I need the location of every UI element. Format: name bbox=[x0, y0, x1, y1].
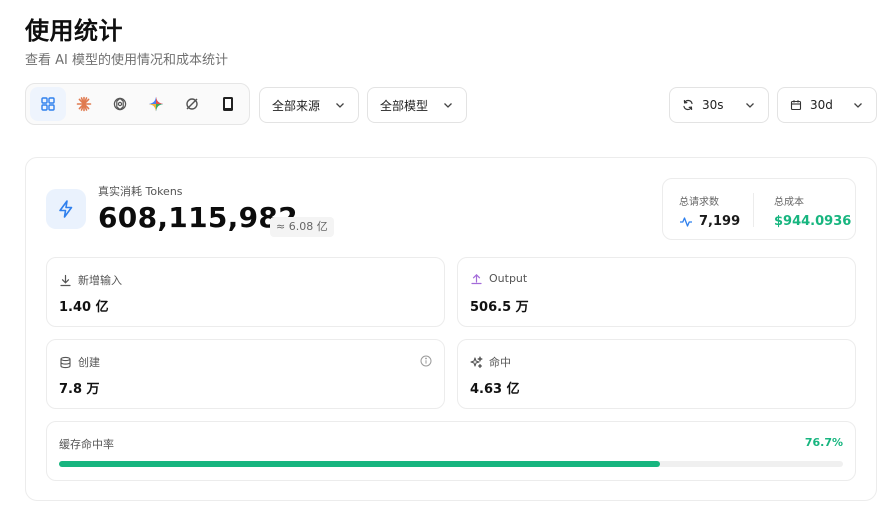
provider-claude-button[interactable] bbox=[66, 87, 102, 121]
cache-hit-rate-label: 缓存命中率 bbox=[59, 438, 114, 451]
requests-label: 总请求数 bbox=[679, 197, 719, 208]
chevron-down-icon bbox=[854, 103, 862, 108]
date-range-select[interactable]: 30d bbox=[777, 87, 877, 123]
cost-summary: 总成本 $944.0936 bbox=[774, 193, 851, 229]
upload-icon bbox=[471, 273, 482, 285]
create-value: 7.8 万 bbox=[59, 382, 100, 397]
tokens-value: 608,115,982 bbox=[98, 201, 298, 234]
requests-value: 7,199 bbox=[699, 214, 741, 229]
database-icon bbox=[60, 356, 71, 368]
output-stat-card: Output 506.5 万 bbox=[457, 257, 856, 327]
requests-summary: 总请求数 7,199 bbox=[679, 193, 740, 229]
refresh-icon bbox=[683, 99, 693, 111]
cost-label: 总成本 bbox=[774, 197, 804, 208]
cache-progress-track bbox=[59, 461, 843, 467]
cost-value: $944.0936 bbox=[774, 214, 852, 229]
create-label: 创建 bbox=[78, 356, 100, 369]
source-select-value: 全部来源 bbox=[272, 98, 321, 113]
input-stat-card: 新增输入 1.40 亿 bbox=[46, 257, 445, 327]
model-select-value: 全部模型 bbox=[380, 98, 429, 113]
create-stat-card: 创建 7.8 万 bbox=[46, 339, 445, 409]
input-value: 1.40 亿 bbox=[59, 300, 109, 315]
provider-ring-button[interactable] bbox=[174, 87, 210, 121]
cache-progress-fill bbox=[59, 461, 661, 467]
page-title: 使用统计 bbox=[25, 17, 123, 45]
hit-value: 4.63 亿 bbox=[470, 382, 520, 397]
openai-icon bbox=[113, 97, 127, 111]
tokens-approx-badge: ≈ 6.08 亿 bbox=[270, 217, 334, 237]
provider-filter-group bbox=[25, 83, 250, 125]
provider-all-button[interactable] bbox=[30, 87, 66, 121]
hit-stat-card: 命中 4.63 亿 bbox=[457, 339, 856, 409]
provider-openai-button[interactable] bbox=[102, 87, 138, 121]
download-icon bbox=[60, 274, 71, 286]
page-subtitle: 查看 AI 模型的使用情况和成本统计 bbox=[25, 53, 228, 68]
requests-value-row: 7,199 bbox=[679, 214, 740, 229]
model-select[interactable]: 全部模型 bbox=[367, 87, 467, 123]
chevron-down-icon bbox=[336, 103, 344, 108]
cache-hit-rate-card: 缓存命中率 76.7% bbox=[46, 421, 856, 481]
refresh-interval-value: 30s bbox=[702, 98, 724, 112]
tokens-label: 真实消耗 Tokens bbox=[98, 185, 183, 198]
ring-icon bbox=[186, 98, 198, 110]
activity-icon bbox=[680, 216, 692, 227]
chevron-down-icon bbox=[444, 103, 452, 108]
sparkles-icon bbox=[470, 355, 483, 368]
provider-gemini-button[interactable] bbox=[138, 87, 174, 121]
lightning-icon bbox=[59, 200, 73, 218]
gemini-icon bbox=[148, 96, 164, 112]
device-icon bbox=[223, 97, 233, 111]
hit-label: 命中 bbox=[489, 356, 511, 369]
summary-divider bbox=[753, 193, 754, 227]
source-select[interactable]: 全部来源 bbox=[259, 87, 359, 123]
date-range-value: 30d bbox=[810, 98, 833, 112]
usage-stats-page: 使用统计 查看 AI 模型的使用情况和成本统计 全部来源 全部模型 30s 30… bbox=[0, 0, 892, 508]
output-label: Output bbox=[489, 272, 528, 285]
provider-device-button[interactable] bbox=[210, 87, 246, 121]
refresh-interval-select[interactable]: 30s bbox=[669, 87, 769, 123]
input-label: 新增输入 bbox=[78, 274, 122, 287]
tokens-icon-box bbox=[46, 189, 86, 229]
output-value: 506.5 万 bbox=[470, 300, 529, 315]
calendar-icon bbox=[790, 100, 802, 111]
claude-icon bbox=[76, 96, 92, 112]
chevron-down-icon bbox=[746, 103, 754, 108]
cache-hit-rate-percent: 76.7% bbox=[804, 436, 843, 449]
summary-box: 总请求数 7,199 总成本 $944.0936 bbox=[662, 178, 856, 240]
info-icon[interactable] bbox=[420, 355, 432, 367]
grid-icon bbox=[41, 97, 55, 111]
